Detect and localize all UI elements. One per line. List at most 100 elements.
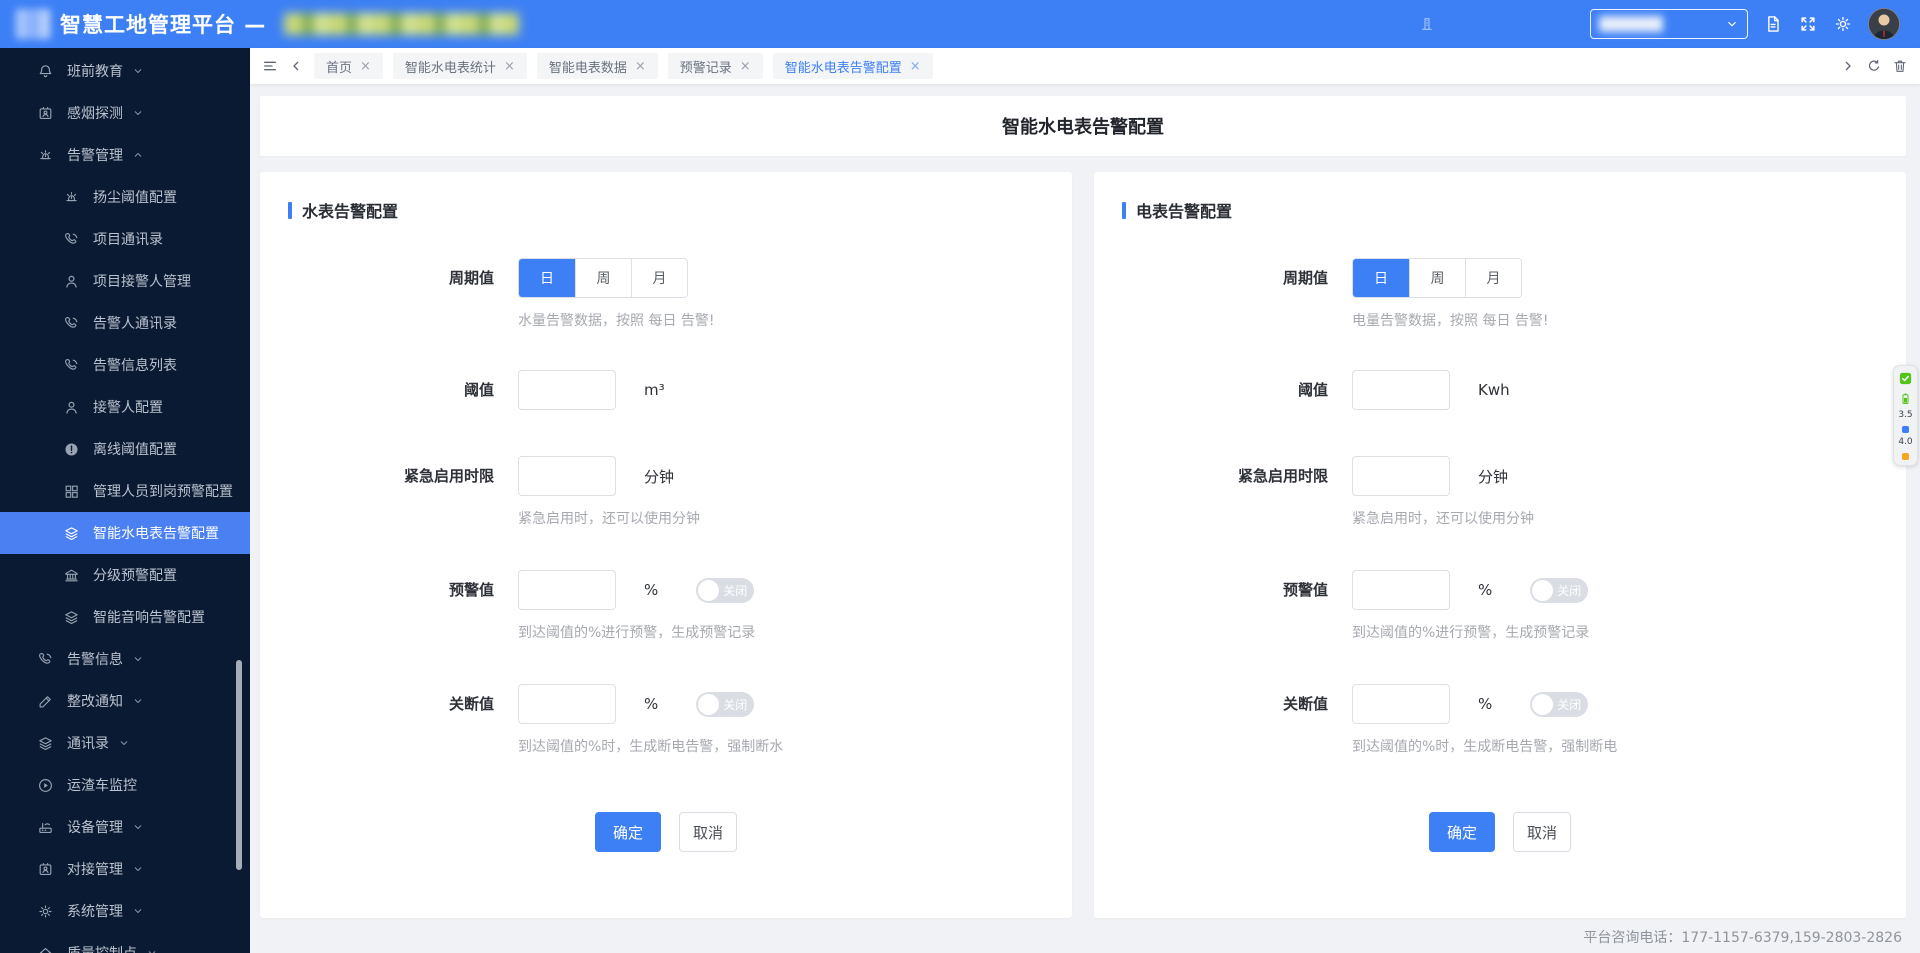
sidebar-item-smoke-detection[interactable]: 感烟探测 bbox=[0, 92, 250, 134]
sidebar-item-slag-truck-monitoring[interactable]: 运渣车监控 bbox=[0, 764, 250, 806]
water-meter-alarm-panel: 水表告警配置 周期值 日 周 月 水量告警数据，按照 每日 告警! 阈值 m³ … bbox=[260, 172, 1072, 918]
cutoff-value-label: 关断值 bbox=[448, 695, 494, 713]
toggle-label: 关闭 bbox=[1557, 583, 1582, 598]
collapse-sidebar-icon[interactable] bbox=[262, 58, 278, 74]
warning-helper-text: 到达阈值的%进行预警，生成预警记录 bbox=[518, 625, 756, 641]
sidebar-item-alarm-info-list[interactable]: 告警信息列表 bbox=[0, 344, 250, 386]
avatar-image bbox=[1869, 9, 1899, 39]
sidebar-item-dust-threshold-config[interactable]: 扬尘阈值配置 bbox=[0, 176, 250, 218]
close-icon[interactable]: × bbox=[635, 60, 646, 73]
cutoff-helper-text: 到达阈值的%时，生成断电告警，强制断电 bbox=[1352, 739, 1618, 755]
sidebar-item-smart-speaker-alarm-config[interactable]: 智能音响告警配置 bbox=[0, 596, 250, 638]
refresh-icon[interactable] bbox=[1866, 58, 1882, 74]
widget-value: 4.0 bbox=[1898, 436, 1913, 447]
sidebar-item-offline-threshold-config[interactable]: 离线阈值配置 bbox=[0, 428, 250, 470]
close-icon[interactable]: × bbox=[740, 60, 751, 73]
cutoff-value-label: 关断值 bbox=[1282, 695, 1328, 713]
blue-dot-icon bbox=[1902, 425, 1909, 433]
sidebar-item-alarm-management[interactable]: 告警管理 bbox=[0, 134, 250, 176]
project-select-value-redacted bbox=[1599, 16, 1663, 32]
emergency-limit-input[interactable] bbox=[1352, 456, 1450, 496]
toggle-knob bbox=[1532, 693, 1554, 715]
project-select[interactable] bbox=[1590, 9, 1748, 39]
cancel-button[interactable]: 取消 bbox=[1513, 812, 1571, 852]
toggle-knob bbox=[1532, 579, 1554, 601]
emergency-limit-input[interactable] bbox=[518, 456, 616, 496]
emergency-limit-unit: 分钟 bbox=[1478, 467, 1509, 486]
avatar[interactable] bbox=[1868, 8, 1900, 40]
sidebar-item-pre-shift-education[interactable]: 班前教育 bbox=[0, 50, 250, 92]
cancel-button[interactable]: 取消 bbox=[679, 812, 737, 852]
sidebar-item-alarm-info[interactable]: 告警信息 bbox=[0, 638, 250, 680]
warning-toggle[interactable]: 关闭 bbox=[1530, 577, 1589, 603]
sidebar-item-system-management[interactable]: 系统管理 bbox=[0, 890, 250, 932]
confirm-button[interactable]: 确定 bbox=[1429, 812, 1495, 852]
cycle-helper-text: 水量告警数据，按照 每日 告警! bbox=[518, 313, 715, 329]
tab-smart-electric-meter-data[interactable]: 智能电表数据 × bbox=[536, 53, 658, 79]
cycle-day-button[interactable]: 日 bbox=[1353, 259, 1409, 297]
cycle-helper-text: 电量告警数据，按照 每日 告警! bbox=[1352, 313, 1549, 329]
floating-widget[interactable]: 3.5 4.0 bbox=[1893, 365, 1918, 466]
threshold-unit: Kwh bbox=[1478, 381, 1510, 399]
sidebar-item-rectification-notice[interactable]: 整改通知 bbox=[0, 680, 250, 722]
tab-smart-meter-alarm-config[interactable]: 智能水电表告警配置 × bbox=[772, 53, 933, 79]
cutoff-toggle[interactable]: 关闭 bbox=[1530, 691, 1589, 717]
sidebar-item-project-contacts[interactable]: 项目通讯录 bbox=[0, 218, 250, 260]
sidebar-item-manager-onsite-warning-config[interactable]: 管理人员到岗预警配置 bbox=[0, 470, 250, 512]
tab-bar: 首页 × 智能水电表统计 × 智能电表数据 × 预警记录 × 智能水电表告警配置 × bbox=[250, 48, 1920, 84]
warning-toggle[interactable]: 关闭 bbox=[696, 577, 755, 603]
tab-smart-meter-stats[interactable]: 智能水电表统计 × bbox=[392, 53, 527, 79]
cutoff-toggle[interactable]: 关闭 bbox=[696, 691, 755, 717]
cutoff-helper-text: 到达阈值的%时，生成断电告警，强制断水 bbox=[518, 739, 784, 755]
warning-value-label: 预警值 bbox=[1282, 581, 1328, 599]
cutoff-value-input[interactable] bbox=[518, 684, 616, 724]
cycle-week-button[interactable]: 周 bbox=[1409, 259, 1465, 297]
warning-value-input[interactable] bbox=[1352, 570, 1450, 610]
cycle-month-button[interactable]: 月 bbox=[1465, 259, 1521, 297]
emergency-limit-label: 紧急启用时限 bbox=[403, 467, 494, 485]
cycle-month-button[interactable]: 月 bbox=[631, 259, 687, 297]
warning-value-input[interactable] bbox=[518, 570, 616, 610]
panel-title: 电表告警配置 bbox=[1122, 198, 1878, 222]
layers-icon bbox=[63, 609, 80, 626]
document-icon[interactable] bbox=[1763, 14, 1783, 34]
threshold-input[interactable] bbox=[518, 370, 616, 410]
chevron-down-icon bbox=[132, 107, 144, 119]
gear-icon bbox=[37, 903, 54, 920]
cycle-label: 周期值 bbox=[448, 269, 494, 287]
sidebar-item-tiered-warning-config[interactable]: 分级预警配置 bbox=[0, 554, 250, 596]
sidebar-item-quality-control-point[interactable]: 质量控制点 bbox=[0, 932, 250, 953]
sidebar-item-contacts[interactable]: 通讯录 bbox=[0, 722, 250, 764]
gear-icon[interactable] bbox=[1833, 14, 1853, 34]
check-icon bbox=[1898, 371, 1913, 386]
app-title: 智慧工地管理平台 — bbox=[60, 13, 267, 37]
close-icon[interactable]: × bbox=[910, 60, 921, 73]
tab-home[interactable]: 首页 × bbox=[314, 53, 383, 79]
sidebar-item-integration-management[interactable]: 对接管理 bbox=[0, 848, 250, 890]
sidebar-item-smart-meter-alarm-config[interactable]: 智能水电表告警配置 bbox=[0, 512, 250, 554]
cycle-day-button[interactable]: 日 bbox=[519, 259, 575, 297]
sidebar-item-project-responder-management[interactable]: 项目接警人管理 bbox=[0, 260, 250, 302]
trash-icon[interactable] bbox=[1892, 58, 1908, 74]
brand-logo-redacted bbox=[16, 9, 50, 39]
threshold-input[interactable] bbox=[1352, 370, 1450, 410]
sidebar-item-alerter-contacts[interactable]: 告警人通讯录 bbox=[0, 302, 250, 344]
chevron-down-icon bbox=[132, 65, 144, 77]
cycle-week-button[interactable]: 周 bbox=[575, 259, 631, 297]
confirm-button[interactable]: 确定 bbox=[595, 812, 661, 852]
sidebar-scrollbar[interactable] bbox=[236, 660, 242, 870]
cutoff-value-input[interactable] bbox=[1352, 684, 1450, 724]
close-icon[interactable]: × bbox=[504, 60, 515, 73]
electric-meter-alarm-panel: 电表告警配置 周期值 日 周 月 电量告警数据，按照 每日 告警! 阈值 Kwh… bbox=[1094, 172, 1906, 918]
tabs-scroll-left-icon[interactable] bbox=[288, 58, 304, 74]
fullscreen-icon[interactable] bbox=[1798, 14, 1818, 34]
close-icon[interactable]: × bbox=[360, 60, 371, 73]
phone-icon bbox=[63, 231, 80, 248]
sidebar-item-device-management[interactable]: 设备管理 bbox=[0, 806, 250, 848]
chevron-down-icon bbox=[132, 905, 144, 917]
tab-warning-records[interactable]: 预警记录 × bbox=[667, 53, 763, 79]
tabs-scroll-right-icon[interactable] bbox=[1840, 58, 1856, 74]
emergency-helper-text: 紧急启用时，还可以使用分钟 bbox=[518, 511, 700, 527]
chevron-down-icon bbox=[118, 737, 130, 749]
sidebar-item-responder-config[interactable]: 接警人配置 bbox=[0, 386, 250, 428]
